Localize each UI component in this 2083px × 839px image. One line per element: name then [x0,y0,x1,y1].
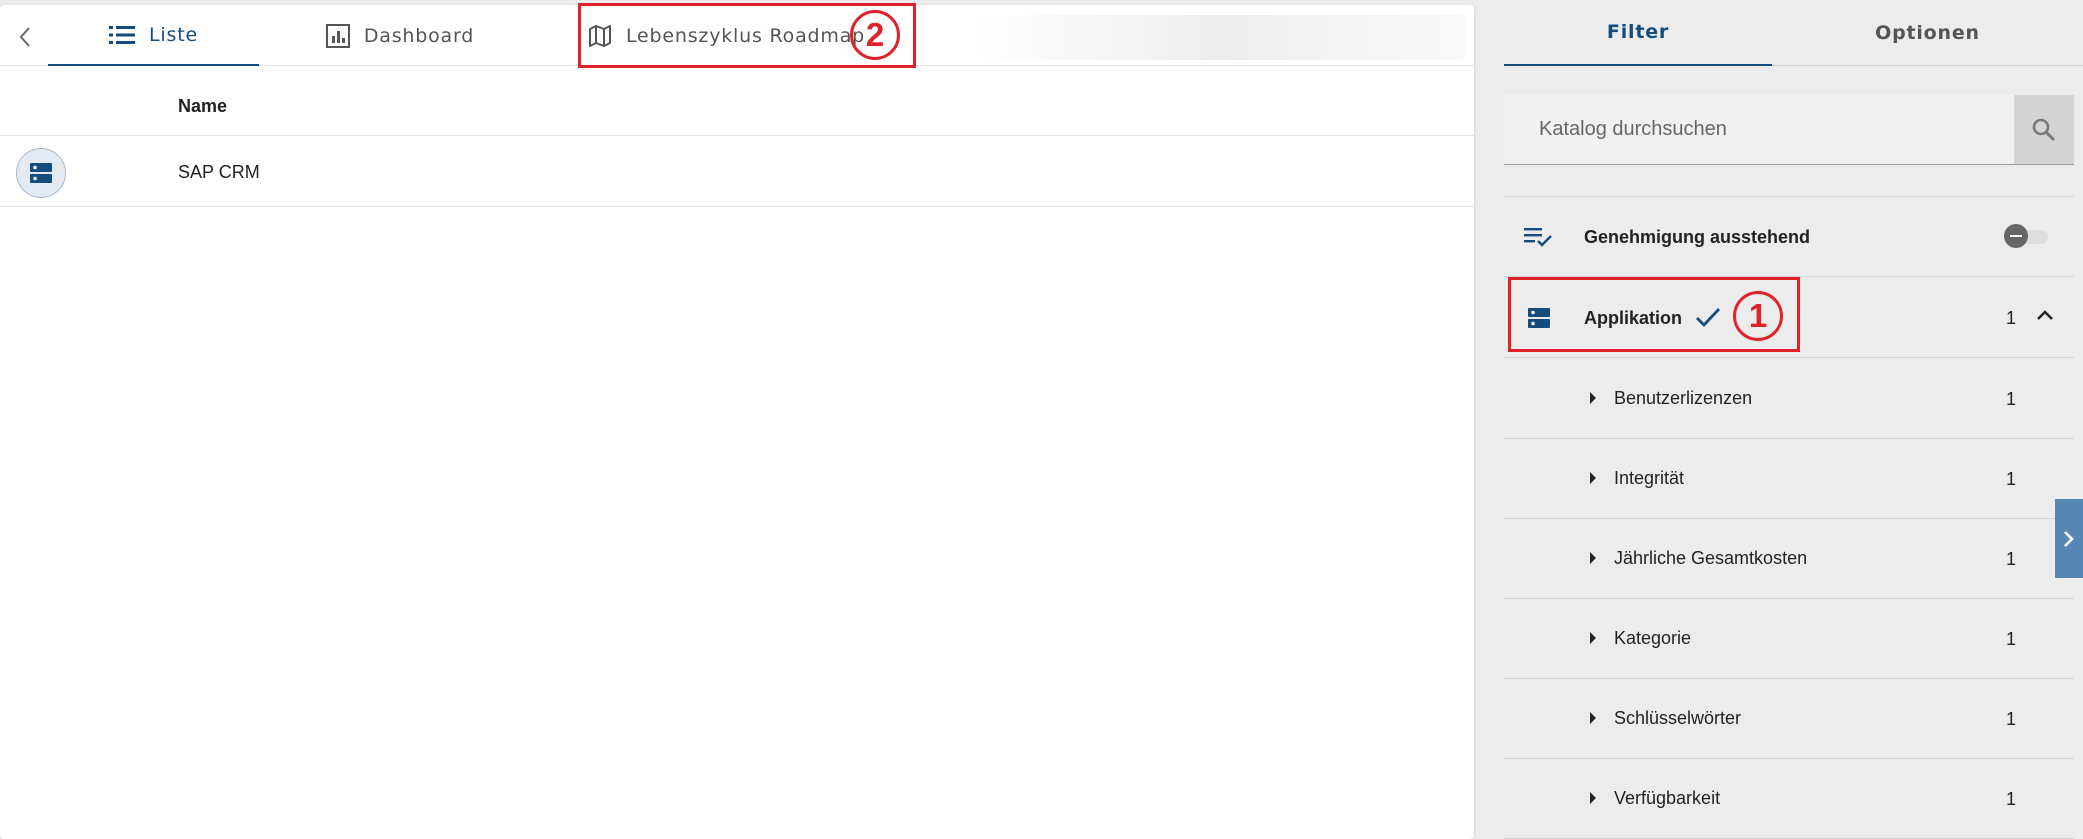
filter-sidebar: Filter Optionen Genehmigung ausstehend [1504,0,2083,839]
subfilter-item[interactable]: Integrität 1 [1504,439,2074,519]
subfilter-label: Kategorie [1614,628,1692,648]
tab-liste[interactable]: Liste [48,5,259,66]
tab-filter[interactable]: Filter [1504,0,1772,66]
tab-dashboard-label: Dashboard [363,24,475,47]
table-header: Name [0,66,1474,136]
chevron-up-icon[interactable] [2033,303,2057,327]
caret-right-icon [1590,712,1596,724]
dashboard-chart-icon [325,23,350,48]
filter-applikation-count: 1 [2006,308,2017,328]
subfilter-count: 1 [2006,629,2017,649]
sidebar-tabs: Filter Optionen [1504,0,2083,66]
approval-toggle[interactable] [2004,224,2048,248]
search-icon [2032,118,2056,141]
list-icon [109,25,136,44]
caret-right-icon [1590,552,1596,564]
subfilter-label: Schlüsselwörter [1614,708,1742,728]
row-name: SAP CRM [178,162,260,182]
caret-right-icon [1590,472,1596,484]
tab-liste-label: Liste [149,23,198,46]
table-row[interactable]: SAP CRM [0,136,1474,207]
filter-approval-pending: Genehmigung ausstehend [1504,197,2074,277]
back-button[interactable] [14,25,36,49]
subfilter-label: Integrität [1614,468,1685,488]
tab-dashboard[interactable]: Dashboard [300,5,500,66]
filter-approval-label: Genehmigung ausstehend [1584,227,1811,247]
subfilter-label: Jährliche Gesamtkosten [1614,548,1808,568]
chevron-left-icon [19,27,30,47]
column-header-name[interactable]: Name [178,96,227,117]
subfilter-count: 1 [2006,789,2017,809]
caret-right-icon [1590,792,1596,804]
subfilter-item[interactable]: Kategorie 1 [1504,599,2074,679]
subfilter-count: 1 [2006,709,2017,729]
app-root: Liste Dashboard Lebenszyklus Roadmap Nam… [0,0,2083,839]
caret-right-icon [1590,392,1596,404]
annotation-marker-2: 2 [850,10,900,60]
subfilter-item[interactable]: Verfügbarkeit 1 [1504,759,2074,839]
chevron-right-icon [2064,530,2074,547]
tab-optionen[interactable]: Optionen [1772,0,2083,66]
application-icon [16,148,66,198]
tabbar-fade [975,15,1465,60]
subfilter-count: 1 [2006,389,2017,409]
search-button[interactable] [2014,95,2074,164]
toggle-knob [2004,224,2028,248]
sidebar-expand-button[interactable] [2055,499,2083,578]
subfilter-item[interactable]: Jährliche Gesamtkosten 1 [1504,519,2074,599]
catalog-search [1504,95,2074,165]
subfilter-item[interactable]: Benutzerlizenzen 1 [1504,359,2074,439]
subfilter-label: Benutzerlizenzen [1614,388,1753,408]
main-panel: Liste Dashboard Lebenszyklus Roadmap Nam… [0,5,1474,839]
playlist-check-icon [1524,223,1554,251]
annotation-marker-1: 1 [1733,291,1783,341]
subfilter-count: 1 [2006,549,2017,569]
subfilter-item[interactable]: Schlüsselwörter 1 [1504,679,2074,759]
subfilter-count: 1 [2006,469,2017,489]
subfilter-label: Verfügbarkeit [1614,788,1721,808]
caret-right-icon [1590,632,1596,644]
search-input[interactable] [1504,95,2014,163]
